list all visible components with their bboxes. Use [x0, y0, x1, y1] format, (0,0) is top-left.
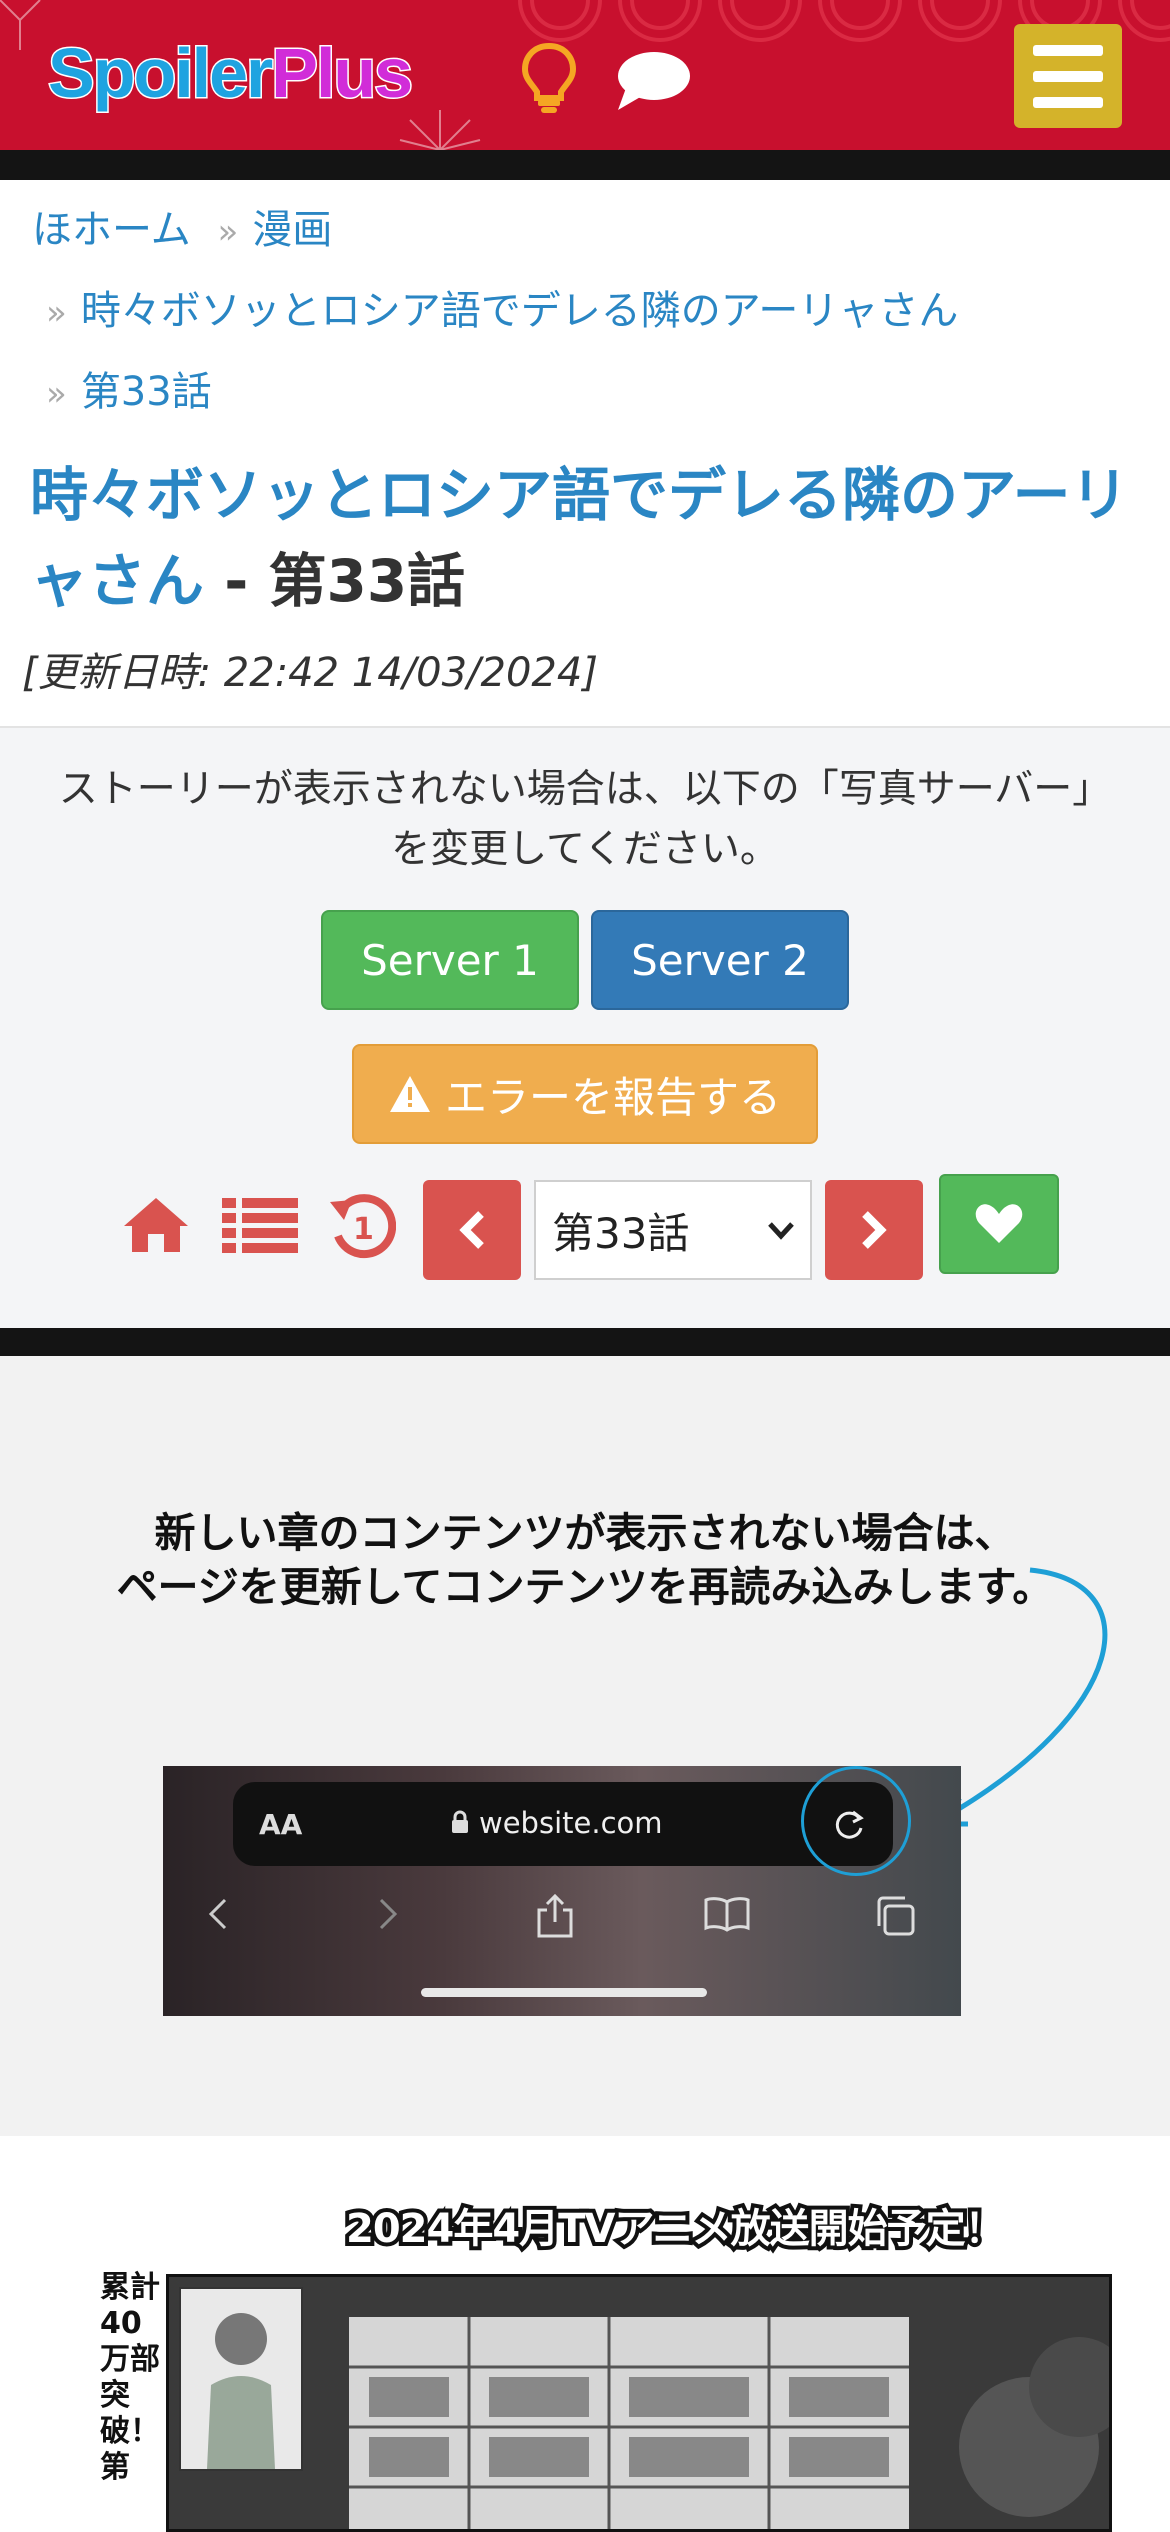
heart-icon [975, 1204, 1023, 1243]
text-size-label: AA [259, 1808, 303, 1841]
updated-timestamp: [更新日時: 22:42 14/03/2024] [22, 650, 598, 696]
tabs-icon [877, 1896, 915, 1936]
refresh-hint-banner: 新しい章のコンテンツが表示されない場合は、 ページを更新してコンテンツを再読み込… [0, 1356, 1170, 2136]
breadcrumb-home-link[interactable]: ほホーム [32, 207, 191, 253]
breadcrumb-separator: » [46, 293, 67, 333]
site-logo[interactable]: SpoilerPlus [46, 28, 415, 118]
anime-announcement-banner: 2024年4月TVアニメ放送開始予定！ [342, 2202, 1009, 2256]
manga-page-image: 2024年4月TVアニメ放送開始予定！ 累計40万部突破！第 [0, 2136, 1170, 2532]
url-text: website.com [479, 1806, 663, 1840]
chapter-select[interactable]: 第33話 [534, 1180, 812, 1280]
breadcrumb-chapter-link[interactable]: 第33話 [81, 369, 212, 415]
browser-url-bar: AA website.com [233, 1782, 893, 1866]
report-error-label: エラーを報告する [444, 1072, 781, 1122]
warning-icon [389, 1076, 430, 1112]
breadcrumb-separator: » [217, 212, 239, 252]
svg-text:1: 1 [353, 1212, 374, 1247]
chevron-right-icon [862, 1211, 887, 1249]
refresh-hint-line-1: 新しい章のコンテンツが表示されない場合は、 [154, 1509, 1016, 1557]
series-title-link[interactable]: 時々ボソッとロシア語でデレる隣のアーリャさん [30, 461, 1129, 615]
history-icon[interactable]: 1 [328, 1192, 396, 1260]
breadcrumb-series-link[interactable]: 時々ボソッとロシア語でデレる隣のアーリャさん [81, 288, 959, 334]
book-cover-thumbnail [179, 2287, 303, 2471]
lock-icon [452, 1810, 468, 1833]
forward-icon [379, 1898, 398, 1930]
breadcrumb-row-1: ほホーム » 漫画 [32, 205, 332, 257]
menu-bar [1033, 96, 1103, 108]
logo-text-plus: Plus [270, 33, 415, 114]
breadcrumb-category-link[interactable]: 漫画 [252, 207, 332, 253]
sales-side-text: 累計40万部突破！第 [100, 2270, 160, 2485]
server-1-button[interactable]: Server 1 [321, 910, 579, 1010]
reload-highlight-ring [801, 1766, 911, 1876]
menu-bar [1033, 44, 1103, 56]
cover-character-illustration [207, 2313, 275, 2469]
report-error-button[interactable]: エラーを報告する [352, 1044, 818, 1144]
chevron-left-icon [459, 1211, 484, 1249]
chevron-down-icon [768, 1222, 794, 1240]
menu-bar [1033, 70, 1103, 82]
page-title: 時々ボソッとロシア語でデレる隣のアーリャさん - 第33話 [30, 452, 1170, 624]
breadcrumb-row-2: » 時々ボソッとロシア語でデレる隣のアーリャさん [46, 286, 958, 338]
site-header: SpoilerPlus [0, 0, 1170, 150]
section-divider [0, 1328, 1170, 1358]
favorite-button[interactable] [939, 1174, 1059, 1274]
hamburger-menu-button[interactable] [1014, 24, 1122, 128]
bookmarks-icon [704, 1897, 750, 1932]
header-divider [0, 150, 1170, 180]
back-icon [208, 1898, 227, 1930]
list-icon[interactable] [222, 1198, 298, 1254]
manga-artwork [166, 2274, 1112, 2532]
building-illustration [169, 2277, 1109, 2529]
reader-controls-panel: ストーリーが表示されない場合は、以下の「写真サーバー」を変更してください。 Se… [0, 726, 1170, 1328]
home-icon[interactable] [122, 1196, 190, 1254]
server-2-button[interactable]: Server 2 [591, 910, 849, 1010]
logo-text-spoiler: Spoiler [46, 33, 274, 114]
chat-bubble-icon[interactable] [614, 48, 692, 114]
breadcrumb-separator: » [46, 374, 67, 414]
next-chapter-button[interactable] [825, 1180, 923, 1280]
chapter-title: - 第33話 [204, 547, 466, 615]
lightbulb-icon[interactable] [520, 42, 578, 114]
server-notice: ストーリーが表示されない場合は、以下の「写真サーバー」を変更してください。 [58, 767, 1112, 872]
share-icon [537, 1894, 573, 1938]
previous-chapter-button[interactable] [423, 1180, 521, 1280]
breadcrumb-row-3: » 第33話 [46, 367, 212, 419]
browser-screenshot: AA website.com [163, 1766, 961, 2016]
chapter-select-value: 第33話 [552, 1208, 690, 1258]
home-indicator [421, 1988, 707, 1997]
